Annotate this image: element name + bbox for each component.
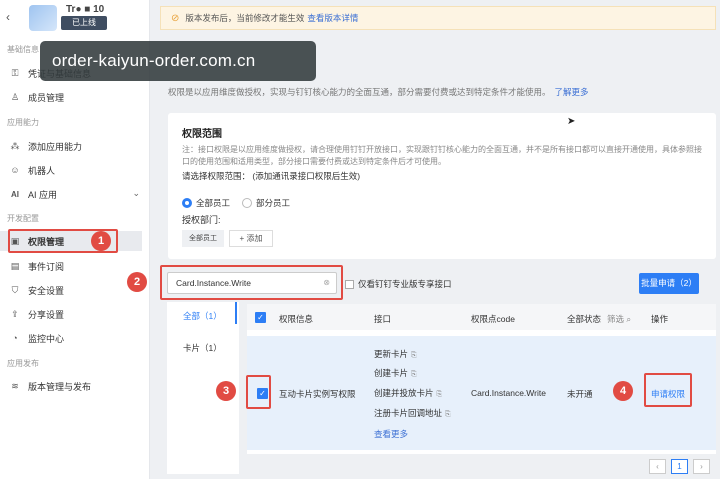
annotation-badge-1: 1	[91, 231, 111, 251]
watermark: order-kaiyun-order.com.cn	[40, 41, 316, 81]
permission-scope-card: 权限范围 注：接口权限是以应用维度做授权，请合理使用钉钉开放接口，实现跟钉钉核心…	[168, 113, 716, 259]
sidebar-item-ai-app[interactable]: AI AI 应用 ⌄	[8, 184, 150, 204]
filter-active-indicator	[235, 302, 237, 324]
filter-all[interactable]: 全部（1）	[183, 310, 222, 322]
filter-card[interactable]: 卡片（1）	[183, 342, 222, 354]
sidebar-group-dev: 开发配置	[7, 214, 39, 223]
sidebar-group-capability: 应用能力	[7, 118, 39, 127]
col-action: 操作	[651, 314, 669, 324]
scope-choose-label: 请选择权限范围： (添加通讯录接口权限后生效)	[182, 171, 361, 181]
sidebar-item-versions[interactable]: ≋ 版本管理与发布	[8, 376, 150, 396]
checkbox-icon	[345, 279, 354, 289]
pro-only-checkbox[interactable]: 仅看钉钉专业版专享接口	[345, 278, 452, 290]
highlight-box-checkbox	[246, 375, 271, 409]
key-icon: ⚿	[11, 67, 19, 78]
back-icon[interactable]: ‹	[6, 10, 10, 24]
scope-note: 注：接口权限是以应用维度做授权，请合理使用钉钉开放接口，实现跟钉钉核心能力的全面…	[182, 145, 702, 166]
search-icon: ⌕	[626, 314, 632, 324]
pager-next-button[interactable]: ›	[693, 459, 710, 474]
doc-icon[interactable]: ⎘	[411, 371, 417, 378]
sidebar-item-monitor[interactable]: ◔ 监控中心	[8, 328, 150, 348]
permission-code: Card.Instance.Write	[471, 388, 546, 398]
learn-more-link[interactable]: 了解更多	[555, 87, 589, 97]
puzzle-icon: ⁂	[10, 140, 20, 151]
scope-title: 权限范围	[182, 129, 222, 140]
radio-all-employees[interactable]: 全部员工	[182, 197, 230, 209]
table-header: ✓ 权限信息 接口 权限点code 全部状态 筛选 ⌕ 操作	[247, 304, 716, 330]
app-name: Tr● ■ 10	[66, 4, 105, 15]
permission-status: 未开通	[567, 389, 593, 399]
view-version-link[interactable]: 查看版本详情	[307, 12, 358, 24]
shield-icon: ⛉	[11, 284, 19, 295]
annotation-badge-3: 3	[216, 381, 236, 401]
radio-unchecked-icon	[242, 198, 252, 208]
doc-icon[interactable]: ⎘	[445, 411, 451, 418]
status-filter[interactable]: 筛选 ⌕	[607, 313, 631, 325]
sidebar-item-robot[interactable]: ☺ 机器人	[8, 160, 150, 180]
dept-label: 授权部门:	[182, 215, 221, 225]
sidebar-item-add-capability[interactable]: ⁂ 添加应用能力	[8, 136, 150, 156]
sidebar-item-members[interactable]: ♙ 成员管理	[8, 87, 150, 107]
layers-icon: ≋	[11, 380, 19, 391]
warning-icon: ⊘	[171, 12, 180, 24]
permission-name: 互动卡片实例写权限	[279, 389, 356, 399]
doc-icon[interactable]: ⎘	[437, 391, 443, 398]
monitor-icon: ◔	[12, 333, 18, 343]
col-api: 接口	[374, 314, 392, 324]
radio-checked-icon	[182, 198, 192, 208]
view-more-link[interactable]: 查看更多	[374, 428, 408, 440]
highlight-box-apply	[644, 373, 692, 407]
release-banner: ⊘ 版本发布后，当前修改才能生效 查看版本详情	[160, 6, 716, 30]
annotation-badge-4: 4	[613, 381, 633, 401]
annotation-badge-2: 2	[127, 272, 147, 292]
doc-icon[interactable]: ⎘	[411, 352, 417, 359]
permission-description: 权限是以应用维度做授权，实现与钉钉核心能力的全面互通，部分需要付费或达到特定条件…	[168, 87, 589, 97]
sidebar-group-basic: 基础信息	[7, 45, 39, 54]
api-item: 注册卡片回调地址 ⎘	[374, 408, 451, 418]
radio-part-employees[interactable]: 部分员工	[242, 197, 290, 209]
share-icon: ⇪	[11, 308, 19, 319]
col-code: 权限点code	[471, 314, 515, 324]
select-all-checkbox[interactable]: ✓	[255, 312, 266, 323]
app-icon	[29, 5, 57, 31]
status-badge: 已上线	[61, 16, 107, 30]
col-status: 全部状态	[567, 314, 602, 324]
dept-tag: 全部员工	[182, 230, 224, 247]
robot-icon: ☺	[10, 165, 20, 175]
col-permission-info: 权限信息	[279, 314, 314, 324]
api-item: 更新卡片 ⎘	[374, 349, 417, 359]
pager-prev-button[interactable]: ‹	[649, 459, 666, 474]
api-item: 创建卡片 ⎘	[374, 368, 417, 378]
event-icon: ▤	[10, 260, 20, 271]
add-dept-button[interactable]: + 添加	[229, 230, 273, 247]
banner-text: 版本发布后，当前修改才能生效	[185, 13, 305, 23]
bulk-apply-button[interactable]: 批量申请（2）	[639, 273, 699, 294]
chevron-down-icon: ⌄	[132, 188, 140, 198]
mouse-cursor-icon: ➤	[567, 116, 576, 127]
ai-icon: AI	[11, 189, 19, 199]
sidebar-item-events[interactable]: ▤ 事件订阅	[8, 256, 150, 276]
highlight-box-search	[160, 265, 343, 300]
api-item: 创建并投放卡片 ⎘	[374, 388, 443, 398]
user-icon: ♙	[10, 91, 20, 102]
sidebar-item-share[interactable]: ⇪ 分享设置	[8, 304, 150, 324]
pager-page-1[interactable]: 1	[671, 459, 688, 474]
sidebar-group-release: 应用发布	[7, 359, 39, 368]
